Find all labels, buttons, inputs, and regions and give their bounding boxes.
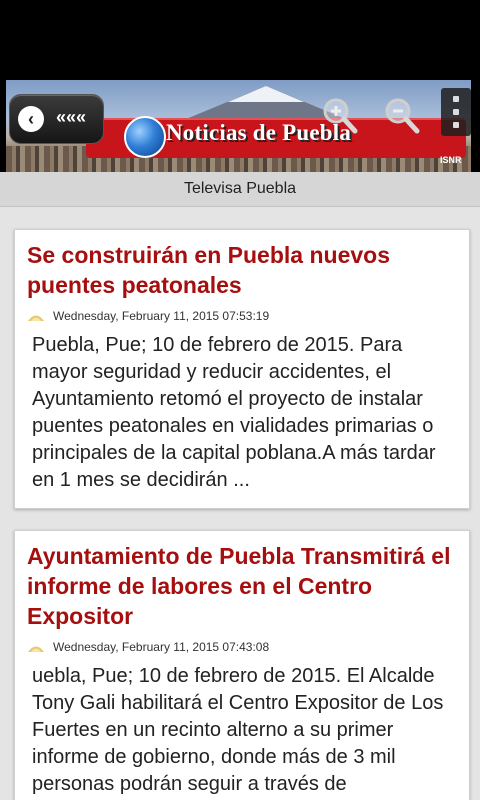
section-title: Televisa Puebla xyxy=(0,172,480,207)
mountain-snowcap xyxy=(228,86,304,102)
menu-dot xyxy=(453,109,459,115)
date-icon xyxy=(28,646,44,652)
zoom-in-icon xyxy=(323,98,358,134)
back-button-label: ««« xyxy=(56,107,87,127)
article-excerpt: Puebla, Pue; 10 de febrero de 2015. Para… xyxy=(32,334,436,491)
article-title[interactable]: Se construirán en Puebla nuevos puentes … xyxy=(27,240,459,300)
back-button[interactable]: ‹ ««« xyxy=(9,94,104,144)
banner-tag: ISNR xyxy=(440,155,462,165)
article-meta: Wednesday, February 11, 2015 07:53:19 xyxy=(27,306,469,326)
overflow-menu-button[interactable] xyxy=(441,88,471,136)
back-arrow-icon: ‹ xyxy=(18,106,44,132)
zoom-out-button[interactable] xyxy=(382,96,422,136)
date-icon xyxy=(28,315,44,321)
zoom-in-button[interactable] xyxy=(320,96,360,136)
article-excerpt: uebla, Pue; 10 de febrero de 2015. El Al… xyxy=(32,665,444,795)
zoom-out-icon xyxy=(385,98,420,134)
article-meta: Wednesday, February 11, 2015 07:43:08 xyxy=(27,637,469,657)
article-card[interactable]: Se construirán en Puebla nuevos puentes … xyxy=(14,229,470,509)
status-bar xyxy=(0,0,480,80)
news-content[interactable]: Televisa Puebla Se construirán en Puebla… xyxy=(0,172,480,800)
article-date: Wednesday, February 11, 2015 07:53:19 xyxy=(53,309,270,323)
article-date: Wednesday, February 11, 2015 07:43:08 xyxy=(53,640,270,654)
globe-icon xyxy=(124,116,166,158)
article-card[interactable]: Ayuntamiento de Puebla Transmitirá el in… xyxy=(14,530,470,800)
menu-dot xyxy=(453,96,459,102)
menu-dot xyxy=(453,122,459,128)
article-title[interactable]: Ayuntamiento de Puebla Transmitirá el in… xyxy=(27,541,459,631)
